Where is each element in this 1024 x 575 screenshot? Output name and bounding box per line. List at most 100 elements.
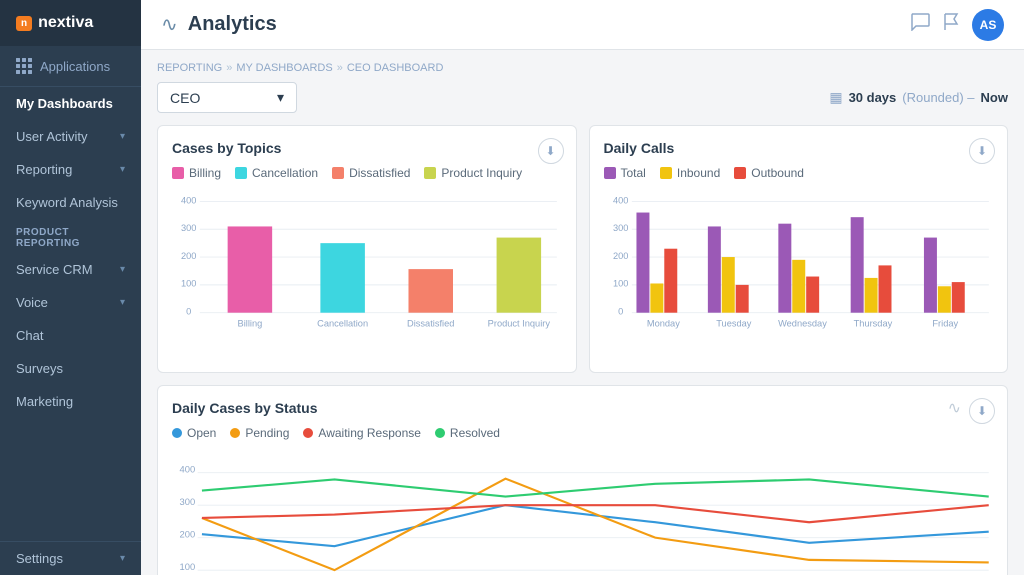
billing-color	[172, 167, 184, 179]
download-button[interactable]: ⬇	[969, 398, 995, 424]
sidebar-item-reporting[interactable]: Reporting ▾	[0, 153, 141, 186]
chevron-icon: ▾	[120, 131, 125, 142]
bar-tuesday-inbound	[721, 257, 734, 313]
cancellation-color	[235, 167, 247, 179]
svg-text:300: 300	[180, 496, 196, 507]
daily-cases-line-chart: 400 300 200 100 0 Monday Tuesday Wednesd…	[172, 448, 993, 575]
analytics-icon: ∿	[161, 12, 178, 37]
svg-text:400: 400	[612, 195, 627, 205]
legend-dissatisfied: Dissatisfied	[332, 166, 410, 180]
legend-awaiting: Awaiting Response	[303, 426, 421, 440]
daily-cases-status-card: Daily Cases by Status ⬇ ∿ Open Pending A…	[157, 385, 1008, 575]
daily-cases-title: Daily Cases by Status	[172, 400, 993, 416]
sidebar-item-surveys[interactable]: Surveys	[0, 352, 141, 385]
avatar[interactable]: AS	[972, 9, 1004, 41]
daily-calls-legend: Total Inbound Outbound	[604, 166, 994, 180]
open-color	[172, 428, 182, 438]
legend-cancellation: Cancellation	[235, 166, 318, 180]
sidebar-item-chat[interactable]: Chat	[0, 319, 141, 352]
sidebar-item-my-dashboards[interactable]: My Dashboards	[0, 87, 141, 120]
applications-label: Applications	[40, 59, 110, 74]
chevron-icon: ▾	[120, 264, 125, 275]
legend-inbound: Inbound	[660, 166, 720, 180]
topbar: ∿ Analytics AS	[141, 0, 1024, 50]
bar-thursday-total	[850, 217, 863, 313]
bar-monday-total	[636, 213, 649, 313]
sidebar-item-voice[interactable]: Voice ▾	[0, 286, 141, 319]
svg-text:Dissatisfied: Dissatisfied	[407, 319, 454, 329]
content-area: REPORTING » MY DASHBOARDS » CEO DASHBOAR…	[141, 50, 1024, 575]
chevron-icon: ▾	[120, 553, 125, 564]
apps-grid-icon	[16, 58, 32, 74]
dashboard-dropdown[interactable]: CEO ▾	[157, 82, 297, 113]
legend-pending: Pending	[230, 426, 289, 440]
dissatisfied-color	[332, 167, 344, 179]
bar-monday-inbound	[650, 283, 663, 312]
svg-text:Monday: Monday	[646, 319, 679, 329]
bar-wednesday-total	[778, 224, 791, 313]
legend-total: Total	[604, 166, 646, 180]
svg-text:0: 0	[186, 307, 191, 317]
sidebar-item-service-crm[interactable]: Service CRM ▾	[0, 253, 141, 286]
sidebar: n nextiva Applications My Dashboards Use…	[0, 0, 141, 575]
daily-calls-chart: 400 300 200 100 0 Monday	[604, 188, 994, 353]
download-button[interactable]: ⬇	[538, 138, 564, 164]
bar-thursday-inbound	[864, 278, 877, 313]
bar-thursday-outbound	[878, 265, 891, 312]
svg-text:Billing: Billing	[238, 319, 263, 329]
sidebar-item-marketing[interactable]: Marketing	[0, 385, 141, 418]
bar-product-inquiry	[497, 238, 542, 313]
sidebar-item-applications[interactable]: Applications	[0, 46, 141, 87]
legend-product-inquiry: Product Inquiry	[424, 166, 522, 180]
svg-text:Cancellation: Cancellation	[317, 319, 368, 329]
bar-wednesday-outbound	[806, 277, 819, 313]
cases-legend: Billing Cancellation Dissatisfied Produc…	[172, 166, 562, 180]
bar-dissatisfied	[408, 269, 453, 313]
page-title: Analytics	[188, 13, 277, 36]
svg-text:0: 0	[618, 307, 623, 317]
bar-friday-total	[923, 238, 936, 313]
status-legend: Open Pending Awaiting Response Resolved	[172, 426, 993, 440]
charts-top-grid: Cases by Topics ⬇ Billing Cancellation D…	[157, 125, 1008, 373]
chat-icon[interactable]	[910, 13, 930, 36]
chevron-down-icon: ▾	[277, 89, 284, 106]
svg-text:200: 200	[612, 251, 627, 261]
line-open	[202, 505, 989, 546]
svg-text:300: 300	[181, 223, 196, 233]
total-color	[604, 167, 616, 179]
sidebar-item-settings[interactable]: Settings ▾	[0, 542, 141, 575]
sidebar-bottom: Settings ▾	[0, 541, 141, 575]
line-resolved	[202, 479, 989, 496]
sidebar-section-product-reporting: PRODUCT REPORTING	[0, 219, 141, 253]
svg-text:200: 200	[181, 251, 196, 261]
date-filter: ▦ 30 days (Rounded) – Now	[829, 89, 1008, 106]
cases-by-topics-card: Cases by Topics ⬇ Billing Cancellation D…	[157, 125, 577, 373]
normalize-icon[interactable]: ∿	[948, 398, 961, 418]
svg-text:300: 300	[612, 223, 627, 233]
legend-billing: Billing	[172, 166, 221, 180]
svg-text:Friday: Friday	[932, 319, 958, 329]
main-content: ∿ Analytics AS REPORTING » MY DASHBOARDS…	[141, 0, 1024, 575]
svg-text:200: 200	[180, 529, 196, 540]
bar-cancellation	[320, 243, 365, 313]
bar-wednesday-inbound	[792, 260, 805, 313]
svg-text:400: 400	[181, 195, 196, 205]
svg-text:Product Inquiry: Product Inquiry	[488, 319, 551, 329]
download-button[interactable]: ⬇	[969, 138, 995, 164]
bar-friday-inbound	[937, 286, 950, 312]
logo-text: nextiva	[38, 14, 93, 32]
sidebar-item-user-activity[interactable]: User Activity ▾	[0, 120, 141, 153]
cases-by-topics-title: Cases by Topics	[172, 140, 562, 156]
daily-calls-card: Daily Calls ⬇ Total Inbound Outbound	[589, 125, 1009, 373]
flag-icon[interactable]	[942, 13, 960, 36]
svg-text:Tuesday: Tuesday	[716, 319, 752, 329]
inbound-color	[660, 167, 672, 179]
topbar-right: AS	[910, 9, 1004, 41]
logo[interactable]: n nextiva	[0, 0, 141, 46]
breadcrumb: REPORTING » MY DASHBOARDS » CEO DASHBOAR…	[157, 62, 1008, 74]
sidebar-item-keyword-analysis[interactable]: Keyword Analysis	[0, 186, 141, 219]
pending-color	[230, 428, 240, 438]
chevron-icon: ▾	[120, 297, 125, 308]
legend-resolved: Resolved	[435, 426, 500, 440]
cases-bar-chart: 400 300 200 100 0 Billing	[172, 188, 562, 353]
